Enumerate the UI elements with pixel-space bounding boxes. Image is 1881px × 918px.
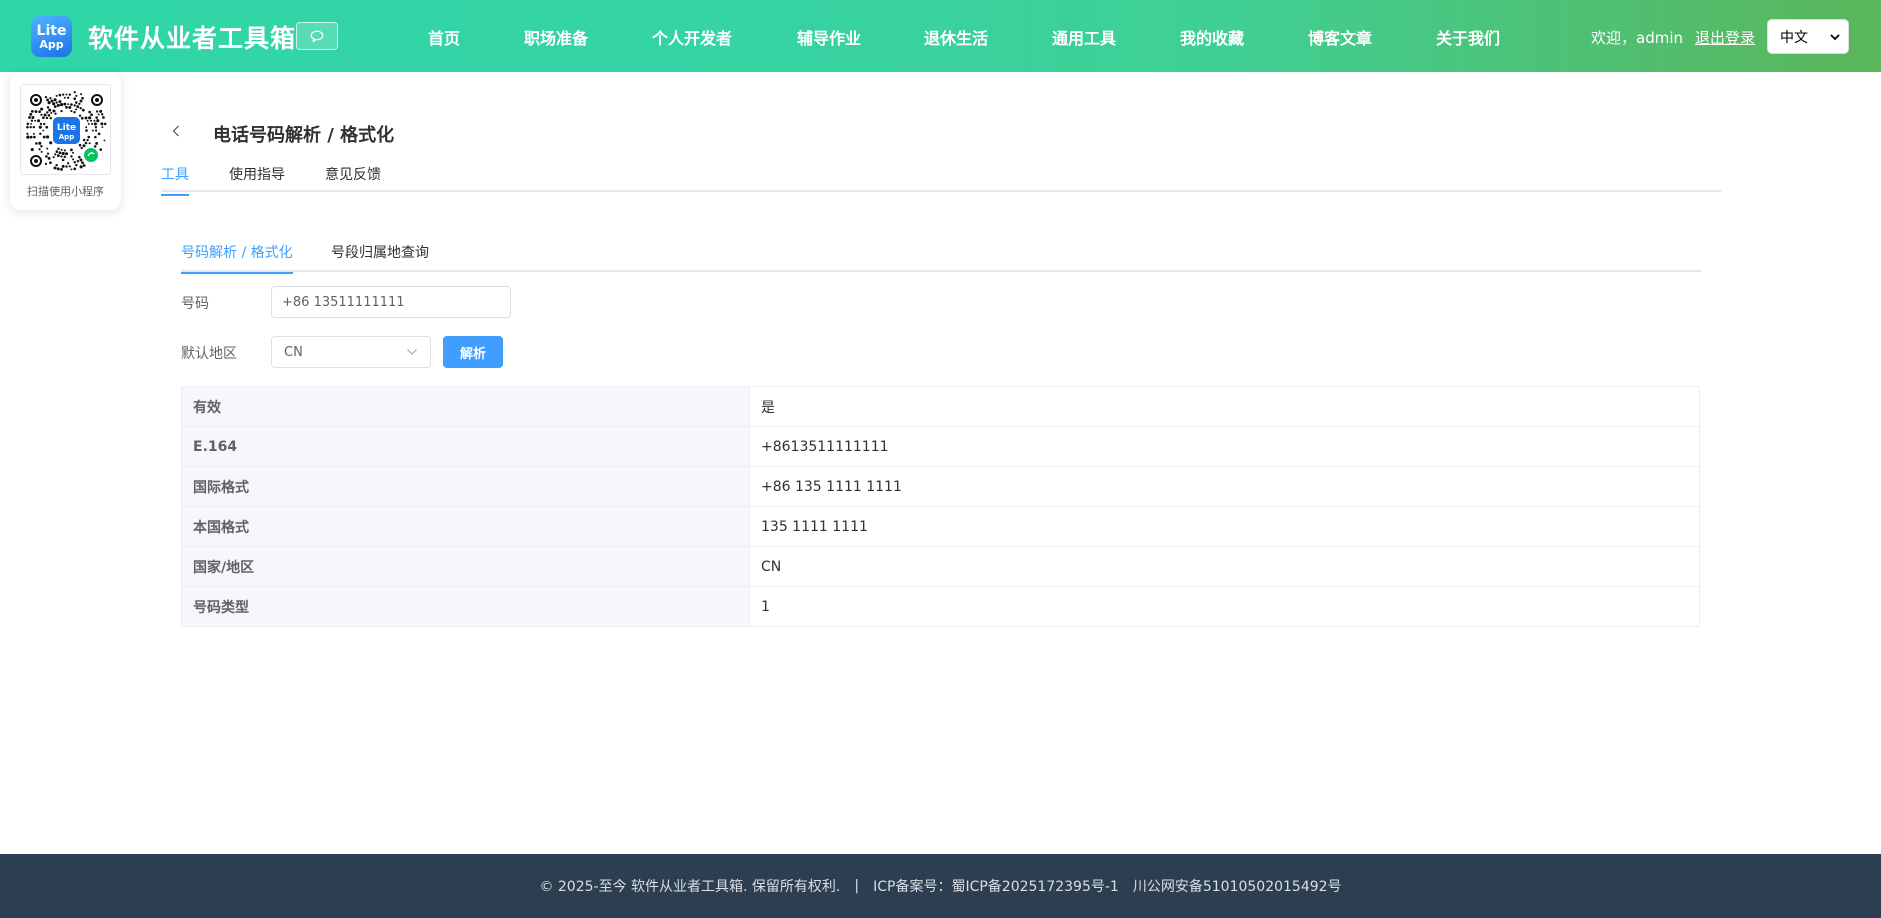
table-row: 本国格式 135 1111 1111 <box>181 506 1700 547</box>
svg-text:Lite: Lite <box>57 123 76 133</box>
chat-bubble-icon <box>310 30 324 42</box>
result-key: 本国格式 <box>181 506 750 547</box>
site-logo[interactable]: Lite App <box>31 16 72 57</box>
tab-guide[interactable]: 使用指导 <box>229 164 285 192</box>
language-value: 中文 <box>1780 29 1808 46</box>
welcome-text: 欢迎，admin <box>1591 29 1683 47</box>
tool-tabs: 号码解析 / 格式化 号段归属地查询 <box>181 240 1701 274</box>
footer-copyright: © 2025-至今 软件从业者工具箱. 保留所有权利. <box>539 879 841 895</box>
nav-item-homework[interactable]: 辅导作业 <box>797 25 861 49</box>
language-select[interactable]: 中文 <box>1767 19 1849 54</box>
result-value: CN <box>749 546 1700 587</box>
region-label: 默认地区 <box>181 346 237 362</box>
result-value: 是 <box>749 386 1700 427</box>
nav-item-home[interactable]: 首页 <box>428 25 460 49</box>
tab-feedback[interactable]: 意见反馈 <box>325 164 381 192</box>
nav-item-favorites[interactable]: 我的收藏 <box>1180 25 1244 49</box>
svg-text:App: App <box>59 133 74 141</box>
chat-button[interactable] <box>296 22 338 50</box>
back-button[interactable] <box>168 120 184 142</box>
footer-icp-link[interactable]: ICP备案号：蜀ICP备2025172395号-1 <box>873 876 1119 896</box>
tab-parse-format[interactable]: 号码解析 / 格式化 <box>181 242 293 274</box>
top-header: Lite App 软件从业者工具箱 首页 职场准备 个人开发者 辅导作业 退休生… <box>0 0 1881 72</box>
table-row: 号码类型 1 <box>181 586 1700 627</box>
region-select[interactable]: CN <box>271 336 431 368</box>
result-key: E.164 <box>181 426 750 467</box>
footer: © 2025-至今 软件从业者工具箱. 保留所有权利. | ICP备案号：蜀IC… <box>0 854 1881 918</box>
tab-tool[interactable]: 工具 <box>161 164 189 196</box>
footer-police-link[interactable]: 川公网安备51010502015492号 <box>1133 876 1342 896</box>
result-key: 国际格式 <box>181 466 750 507</box>
result-value: +8613511111111 <box>749 426 1700 467</box>
page-tabs: 工具 使用指导 意见反馈 <box>161 160 1721 196</box>
nav-item-career[interactable]: 职场准备 <box>524 25 588 49</box>
region-select-value: CN <box>284 344 303 360</box>
result-table: 有效 是 E.164 +8613511111111 国际格式 +86 135 1… <box>181 386 1700 627</box>
footer-separator: | <box>854 878 860 894</box>
result-value: +86 135 1111 1111 <box>749 466 1700 507</box>
result-key: 国家/地区 <box>181 546 750 587</box>
qr-code-image: Lite App <box>21 85 110 174</box>
nav-item-about[interactable]: 关于我们 <box>1436 25 1500 49</box>
tab-segment-lookup[interactable]: 号段归属地查询 <box>331 242 429 272</box>
result-key: 有效 <box>181 386 750 427</box>
parse-button[interactable]: 解析 <box>443 336 503 368</box>
table-row: 有效 是 <box>181 386 1700 427</box>
result-value: 135 1111 1111 <box>749 506 1700 547</box>
nav-item-blog[interactable]: 博客文章 <box>1308 25 1372 49</box>
chevron-down-icon <box>407 349 417 355</box>
table-row: 国家/地区 CN <box>181 546 1700 587</box>
page-title: 电话号码解析 / 格式化 <box>213 125 395 146</box>
result-value: 1 <box>749 586 1700 627</box>
number-input-value: +86 13511111111 <box>282 294 405 310</box>
mini-program-qr-card: Lite App 扫描使用小程序 <box>10 72 121 210</box>
site-title[interactable]: 软件从业者工具箱 <box>88 19 296 55</box>
qr-code[interactable]: Lite App <box>20 84 111 175</box>
nav-item-indie-dev[interactable]: 个人开发者 <box>652 25 732 49</box>
nav-item-tools[interactable]: 通用工具 <box>1052 25 1116 49</box>
chevron-left-icon <box>172 125 179 137</box>
nav-item-retirement[interactable]: 退休生活 <box>924 25 988 49</box>
qr-caption: 扫描使用小程序 <box>27 185 104 198</box>
logout-link[interactable]: 退出登录 <box>1695 27 1755 48</box>
result-key: 号码类型 <box>181 586 750 627</box>
chevron-down-icon <box>1830 33 1840 40</box>
table-row: 国际格式 +86 135 1111 1111 <box>181 466 1700 507</box>
number-input[interactable]: +86 13511111111 <box>271 286 511 318</box>
table-row: E.164 +8613511111111 <box>181 426 1700 467</box>
number-label: 号码 <box>181 296 209 312</box>
